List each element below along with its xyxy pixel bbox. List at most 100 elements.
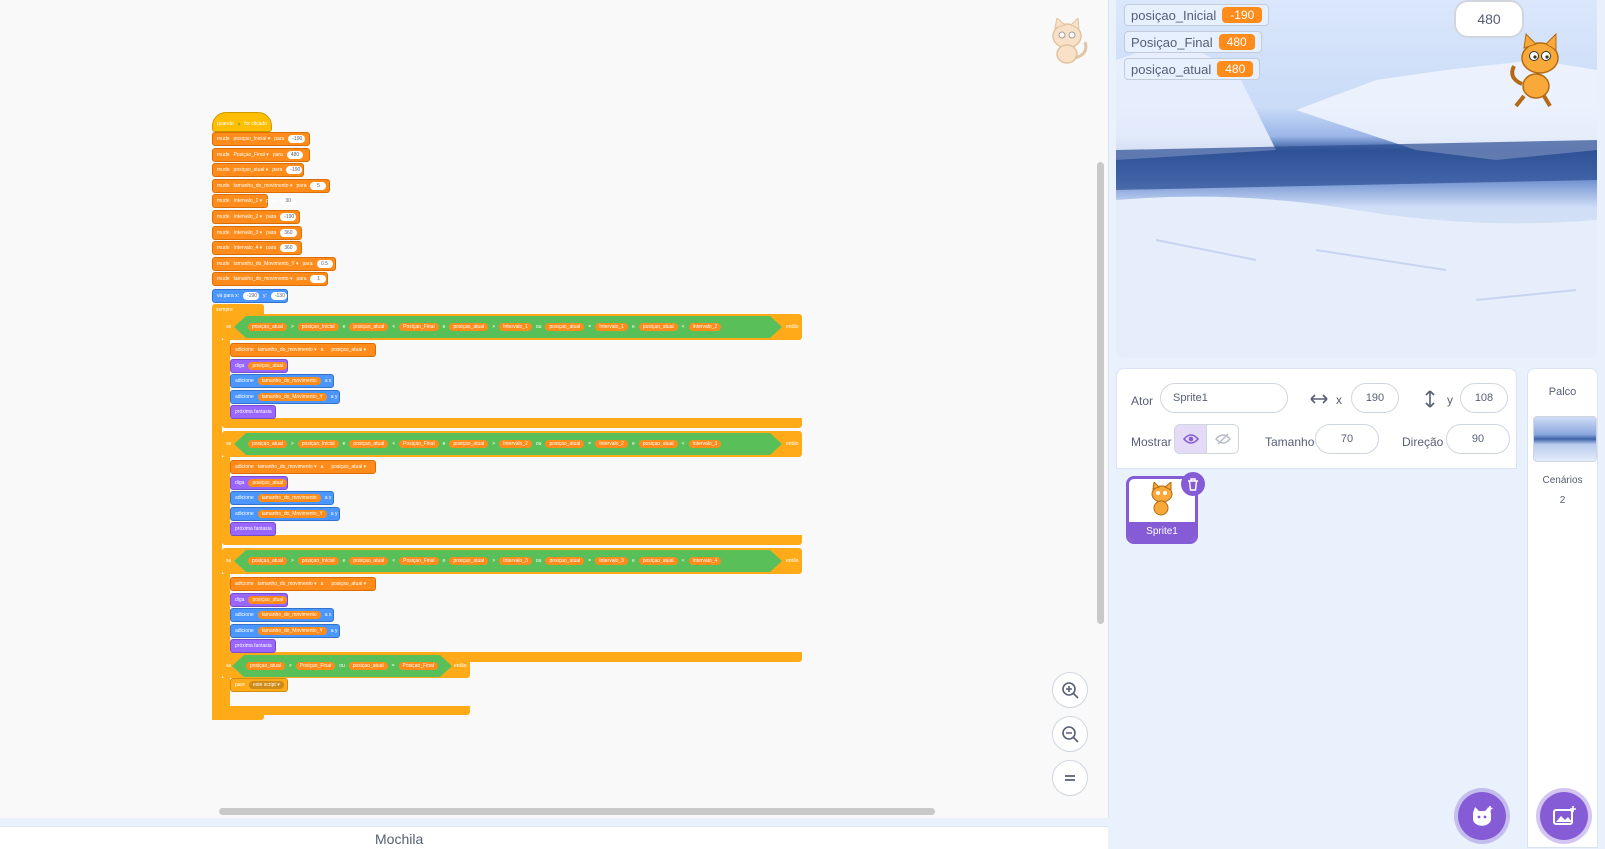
zoom-in-button[interactable]	[1052, 672, 1088, 708]
variable-dropdown[interactable]: Intervalo_2	[234, 214, 263, 220]
reporter-posicao-inicial[interactable]: posiçao_Inicial	[298, 440, 339, 448]
change-variable-block[interactable]: adicione tamanho_do_movimentoaposiçao_atu…	[230, 577, 376, 591]
and-or-condition[interactable]: posiçao_atual > posiçao_Inicial e posiçao_at…	[234, 433, 782, 455]
set-variable-block[interactable]: mude Intervalo_3para360	[212, 225, 302, 240]
variable-dropdown[interactable]: Intervalo_1	[234, 198, 263, 204]
variable-dropdown[interactable]: Posiçao_Final	[234, 152, 269, 158]
reporter-posicao-atual[interactable]: posiçao_atual	[545, 440, 584, 448]
add-backdrop-button[interactable]	[1540, 792, 1588, 840]
variable-dropdown[interactable]: tamanho_do_Movimento_Y	[234, 261, 299, 267]
reporter-tamanho[interactable]: tamanho_do_movimento	[257, 377, 321, 385]
if-stop-block[interactable]: se posiçao_atual > Posiçao_Final ou posi…	[222, 654, 470, 678]
reporter-intervalo[interactable]: Intervalo_2	[499, 440, 532, 448]
reporter-intervalo[interactable]: Intervalo_4	[689, 557, 722, 565]
reporter-posicao-atual[interactable]: posiçao_atual	[248, 479, 288, 487]
show-sprite-toggle[interactable]	[1174, 424, 1207, 454]
value-input[interactable]: 360	[280, 244, 297, 253]
set-variable-block[interactable]: mude tamanho_do_movimentopara1	[212, 272, 328, 287]
reporter-posicao-atual[interactable]: posiçao_atual	[545, 557, 584, 565]
stop-block[interactable]: pare este script	[230, 678, 288, 692]
reporter-posicao-inicial[interactable]: posiçao_Inicial	[298, 557, 339, 565]
reporter-posicao-final[interactable]: Posiçao_Final	[296, 662, 335, 670]
variable-dropdown[interactable]: tamanho_do_movimento	[258, 581, 317, 587]
reporter-posicao-atual[interactable]: posiçao_atual	[248, 557, 287, 565]
say-block[interactable]: diga posiçao_atual	[230, 476, 288, 490]
set-variable-block[interactable]: mude Intervalo_1para30	[212, 194, 297, 209]
reporter-intervalo[interactable]: Intervalo_1	[499, 323, 532, 331]
and-or-condition[interactable]: posiçao_atual > posiçao_Inicial e posiçao_at…	[234, 316, 782, 338]
set-variable-block[interactable]: mude Intervalo_4para360	[212, 241, 302, 256]
variable-monitor[interactable]: Posiçao_Final 480	[1124, 31, 1262, 53]
reporter-posicao-atual[interactable]: posiçao_atual	[248, 440, 287, 448]
change-variable-block[interactable]: adicione tamanho_do_movimentoaposiçao_atu…	[230, 343, 376, 357]
goto-xy-block[interactable]: vá para x: -190 y: -130	[212, 289, 288, 303]
value-input[interactable]: 0.5	[316, 259, 333, 268]
set-variable-block[interactable]: mude posiçao_Inicialpara-190	[212, 132, 310, 146]
reporter-posicao-atual[interactable]: posiçao_atual	[246, 662, 285, 670]
reporter-posicao-atual[interactable]: posiçao_atual	[349, 662, 388, 670]
reporter-posicao-atual[interactable]: posiçao_atual	[248, 362, 288, 370]
change-variable-block[interactable]: adicione tamanho_do_movimentoaposiçao_atu…	[230, 460, 376, 474]
stage-backdrop-thumbnail[interactable]	[1533, 416, 1597, 462]
value-input[interactable]: 360	[280, 228, 297, 237]
reporter-posicao-final[interactable]: Posiçao_Final	[399, 662, 438, 670]
value-input[interactable]: 1	[310, 275, 327, 284]
goto-x-input[interactable]: -190	[242, 292, 259, 300]
set-variable-block[interactable]: mude Posiçao_Finalpara480	[212, 147, 310, 162]
reporter-posicao-atual[interactable]: posiçao_atual	[639, 440, 678, 448]
variable-dropdown[interactable]: posiçao_atual	[327, 346, 371, 354]
variable-dropdown[interactable]: tamanho_do_movimento	[234, 276, 293, 282]
reporter-intervalo[interactable]: Intervalo_2	[595, 440, 628, 448]
reporter-intervalo[interactable]: Intervalo_1	[595, 323, 628, 331]
reporter-posicao-atual[interactable]: posiçao_atual	[449, 557, 488, 565]
variable-dropdown[interactable]: posiçao_atual	[234, 167, 269, 173]
next-costume-block[interactable]: próxima fantasia	[230, 522, 276, 536]
variable-dropdown[interactable]: Intervalo_4	[234, 245, 263, 251]
cat-sprite[interactable]	[1506, 30, 1570, 110]
variable-dropdown[interactable]: Intervalo_3	[234, 230, 263, 236]
value-input[interactable]: 480	[286, 150, 304, 159]
variable-monitor[interactable]: posiçao_Inicial -190	[1124, 4, 1270, 26]
change-x-block[interactable]: adicione tamanho_do_movimento a x	[230, 374, 334, 388]
change-y-block[interactable]: adicione tamanho_do_Movimento_Y a y	[230, 507, 340, 521]
reporter-posicao-final[interactable]: Posiçao_Final	[399, 557, 438, 565]
sprite-name-field[interactable]: Sprite1	[1160, 383, 1288, 413]
code-area[interactable]: quando for clicado mudeposiçao_Inicialpa…	[0, 0, 1109, 818]
reporter-posicao-atual[interactable]: posiçao_atual	[349, 323, 388, 331]
change-y-block[interactable]: adicione tamanho_do_Movimento_Y a y	[230, 624, 340, 638]
reporter-intervalo[interactable]: Intervalo_2	[689, 323, 722, 331]
and-or-condition[interactable]: posiçao_atual > posiçao_Inicial e posiçao_at…	[234, 550, 782, 572]
reporter-tamanho-y[interactable]: tamanho_do_Movimento_Y	[257, 510, 327, 518]
when-flag-clicked-block[interactable]: quando for clicado	[212, 112, 272, 132]
variable-dropdown[interactable]: posiçao_atual	[327, 463, 371, 471]
variable-dropdown[interactable]: posiçao_atual	[327, 580, 371, 588]
reporter-posicao-atual[interactable]: posiçao_atual	[639, 557, 678, 565]
set-variable-block[interactable]: mude tamanho_do_Movimento_Ypara0.5	[212, 256, 336, 271]
if-then-block[interactable]: se posiçao_atual > posiçao_Inicial e posiçao_…	[222, 431, 802, 457]
stage-canvas[interactable]: posiçao_Inicial -190 Posiçao_Final 480 posiç…	[1116, 0, 1597, 358]
variable-dropdown[interactable]: posiçao_Inicial	[234, 136, 271, 142]
reporter-posicao-final[interactable]: Posiçao_Final	[399, 440, 438, 448]
change-y-block[interactable]: adicione tamanho_do_Movimento_Y a y	[230, 390, 340, 404]
code-vertical-scrollbar[interactable]	[1097, 162, 1104, 624]
reporter-posicao-atual[interactable]: posiçao_atual	[449, 440, 488, 448]
reporter-tamanho[interactable]: tamanho_do_movimento	[257, 494, 321, 502]
zoom-reset-button[interactable]	[1052, 760, 1088, 796]
hide-sprite-toggle[interactable]	[1206, 424, 1239, 454]
variable-monitor[interactable]: posiçao_atual 480	[1124, 58, 1261, 80]
value-input[interactable]: -190	[280, 213, 297, 221]
reporter-posicao-atual[interactable]: posiçao_atual	[545, 323, 584, 331]
set-variable-block[interactable]: mude tamanho_do_movimentopara5	[212, 178, 330, 193]
variable-dropdown[interactable]: tamanho_do_movimento	[258, 347, 317, 353]
next-costume-block[interactable]: próxima fantasia	[230, 405, 276, 419]
value-input[interactable]: 30	[280, 197, 297, 206]
stage-selector-pane[interactable]: Palco Cenários 2	[1527, 368, 1598, 848]
reporter-posicao-atual[interactable]: posiçao_atual	[639, 323, 678, 331]
code-horizontal-scrollbar[interactable]	[219, 808, 935, 815]
reporter-posicao-inicial[interactable]: posiçao_Inicial	[298, 323, 339, 331]
set-variable-block[interactable]: mude posiçao_atualpara-190	[212, 163, 304, 178]
reporter-tamanho-y[interactable]: tamanho_do_Movimento_Y	[257, 627, 327, 635]
x-field[interactable]: 190	[1351, 383, 1399, 413]
size-field[interactable]: 70	[1315, 424, 1379, 454]
script-stack[interactable]: quando for clicado mudeposiçao_Inicialpa…	[212, 112, 812, 732]
